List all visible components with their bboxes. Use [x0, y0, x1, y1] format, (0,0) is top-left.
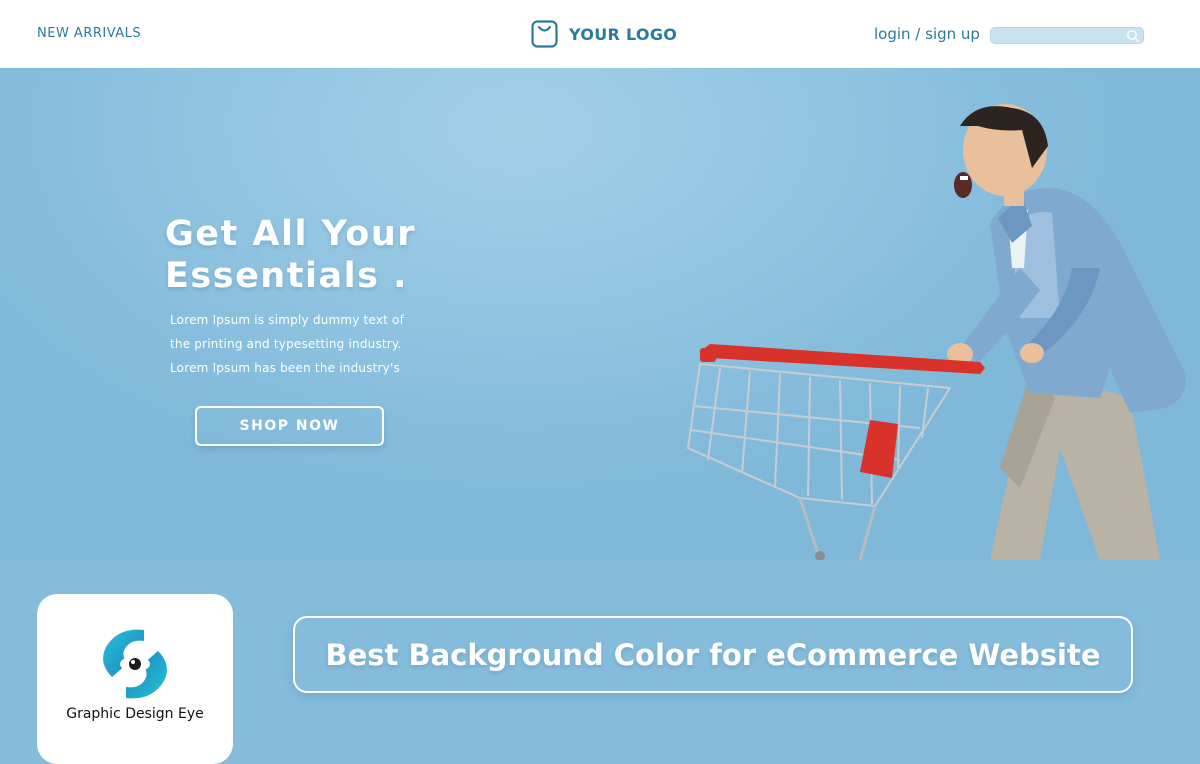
- headline-text: Best Background Color for eCommerce Webs…: [325, 637, 1101, 672]
- hero-title: Get All Your Essentials .: [165, 213, 485, 297]
- search-box: [990, 27, 1144, 44]
- hero-title-line-2: Essentials .: [165, 256, 408, 296]
- man-with-shopping-cart-image: [686, 104, 1186, 560]
- hero-description-line-2: the printing and typesetting industry.: [170, 337, 402, 351]
- eye-swirl-logo-icon: [103, 629, 167, 699]
- shopping-bag-icon: [531, 20, 558, 48]
- login-signup-link[interactable]: login / sign up: [874, 25, 980, 43]
- site-logo[interactable]: YOUR LOGO: [531, 19, 677, 49]
- hero-description-line-3: Lorem Ipsum has been the industry's: [170, 361, 400, 375]
- search-icon[interactable]: [1126, 29, 1140, 43]
- brand-name: Graphic Design Eye: [66, 706, 204, 722]
- site-header: NEW ARRIVALS YOUR LOGO login / sign up: [0, 0, 1200, 68]
- shop-now-button[interactable]: SHOP NOW: [195, 406, 384, 446]
- nav-new-arrivals[interactable]: NEW ARRIVALS: [37, 26, 141, 41]
- brand-card: Graphic Design Eye: [37, 594, 233, 764]
- hero-description: Lorem Ipsum is simply dummy text of the …: [170, 308, 430, 380]
- hero-banner: Get All Your Essentials . Lorem Ipsum is…: [0, 68, 1200, 560]
- logo-text: YOUR LOGO: [569, 24, 678, 44]
- headline-banner: Best Background Color for eCommerce Webs…: [293, 616, 1133, 693]
- search-input[interactable]: [997, 28, 1121, 43]
- hero-title-line-1: Get All Your: [165, 214, 417, 254]
- hero-description-line-1: Lorem Ipsum is simply dummy text of: [170, 313, 405, 327]
